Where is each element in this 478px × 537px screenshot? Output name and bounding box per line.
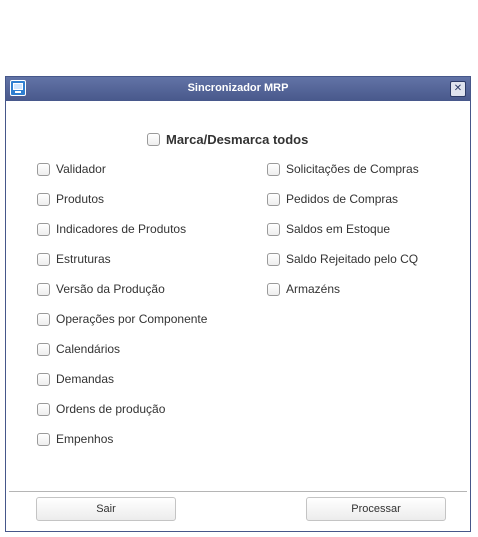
option-label-validador[interactable]: Validador <box>56 162 106 176</box>
option-label-operacoes-componente[interactable]: Operações por Componente <box>56 312 207 326</box>
checkbox-ordens-producao[interactable] <box>37 403 50 416</box>
option-label-estruturas[interactable]: Estruturas <box>56 252 111 266</box>
close-icon[interactable]: ✕ <box>450 81 466 97</box>
option-label-empenhos[interactable]: Empenhos <box>56 432 113 446</box>
option-label-demandas[interactable]: Demandas <box>56 372 114 386</box>
mrp-sync-dialog: Sincronizador MRP ✕ Marca/Desmarca todos… <box>5 76 471 532</box>
checkbox-empenhos[interactable] <box>37 433 50 446</box>
option-label-pedidos-compras[interactable]: Pedidos de Compras <box>286 192 398 206</box>
option-label-versao-producao[interactable]: Versão da Produção <box>56 282 165 296</box>
checkbox-versao-producao[interactable] <box>37 283 50 296</box>
process-button[interactable]: Processar <box>306 497 446 521</box>
toggle-all-checkbox[interactable] <box>147 133 160 146</box>
checkbox-validador[interactable] <box>37 163 50 176</box>
checkbox-estruturas[interactable] <box>37 253 50 266</box>
title-bar[interactable]: Sincronizador MRP ✕ <box>6 77 470 101</box>
footer-divider <box>9 491 467 492</box>
option-label-armazens[interactable]: Armazéns <box>286 282 340 296</box>
checkbox-operacoes-componente[interactable] <box>37 313 50 326</box>
checkbox-armazens[interactable] <box>267 283 280 296</box>
window-title: Sincronizador MRP <box>187 82 289 94</box>
option-label-calendarios[interactable]: Calendários <box>56 342 120 356</box>
checkbox-saldos-estoque[interactable] <box>267 223 280 236</box>
option-label-ordens-producao[interactable]: Ordens de produção <box>56 402 165 416</box>
checkbox-produtos[interactable] <box>37 193 50 206</box>
checkbox-solicitacoes-compras[interactable] <box>267 163 280 176</box>
checkbox-saldo-rejeitado-cq[interactable] <box>267 253 280 266</box>
option-label-saldos-estoque[interactable]: Saldos em Estoque <box>286 222 390 236</box>
checkbox-pedidos-compras[interactable] <box>267 193 280 206</box>
checkbox-calendarios[interactable] <box>37 343 50 356</box>
checkbox-demandas[interactable] <box>37 373 50 386</box>
checkbox-indicadores-produtos[interactable] <box>37 223 50 236</box>
exit-button[interactable]: Sair <box>36 497 176 521</box>
option-label-produtos[interactable]: Produtos <box>56 192 104 206</box>
toggle-all-label[interactable]: Marca/Desmarca todos <box>166 132 308 147</box>
option-label-solicitacoes-compras[interactable]: Solicitações de Compras <box>286 162 419 176</box>
option-label-saldo-rejeitado-cq[interactable]: Saldo Rejeitado pelo CQ <box>286 252 418 266</box>
option-label-indicadores-produtos[interactable]: Indicadores de Produtos <box>56 222 186 236</box>
